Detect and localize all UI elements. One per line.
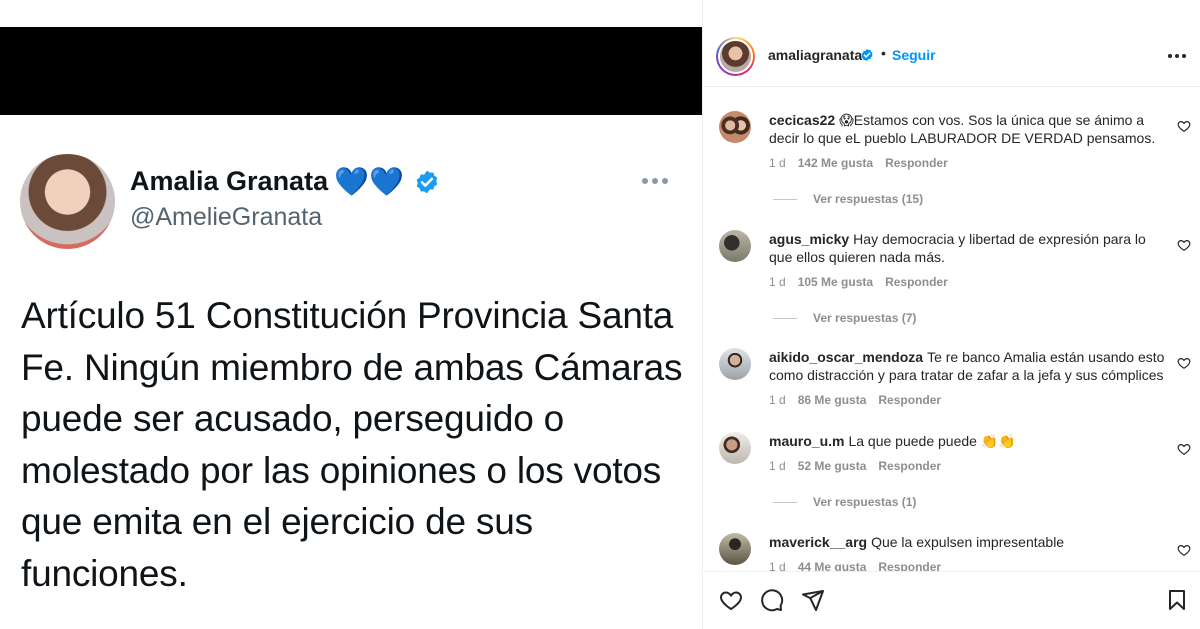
- comment-text: Que la expulsen impresentable: [871, 534, 1065, 550]
- heart-icon[interactable]: [1177, 119, 1191, 133]
- comment-icon[interactable]: [760, 588, 784, 612]
- reply-button[interactable]: Responder: [878, 393, 941, 407]
- comment-body: cecicas22 😱Estamos con vos. Sos la única …: [769, 111, 1169, 147]
- comment-likes[interactable]: 52 Me gusta: [798, 459, 867, 473]
- view-replies-label: Ver respuestas (1): [813, 495, 917, 509]
- reply-button[interactable]: Responder: [885, 156, 948, 170]
- comment-avatar[interactable]: [719, 348, 751, 380]
- heart-icon[interactable]: [719, 588, 743, 612]
- post-header: amaliagranata • Seguir: [703, 27, 1200, 87]
- action-bar: [703, 571, 1200, 629]
- heart-icon[interactable]: [1177, 356, 1191, 370]
- comment-likes[interactable]: 86 Me gusta: [798, 393, 867, 407]
- tweet-text: Artículo 51 Constitución Provincia Santa…: [21, 295, 683, 594]
- blue-hearts-emoji: 💙💙: [334, 165, 404, 197]
- more-options-icon[interactable]: [1168, 54, 1186, 58]
- comment-avatar[interactable]: [719, 111, 751, 143]
- view-replies[interactable]: Ver respuestas (15): [773, 192, 923, 206]
- separator-dot: •: [881, 45, 886, 61]
- comment-avatar[interactable]: [719, 230, 751, 262]
- black-bar: [0, 27, 702, 115]
- comment-meta: 1 d 142 Me gusta Responder: [769, 156, 948, 170]
- follow-button[interactable]: Seguir: [892, 47, 936, 63]
- post-sidebar: amaliagranata • Seguir cecicas22 😱Estamos…: [703, 0, 1200, 629]
- comment-text: La que puede puede 👏👏: [848, 433, 1016, 449]
- comment-username[interactable]: mauro_u.m: [769, 433, 844, 449]
- comment-body: aikido_oscar_mendoza Te re banco Amalia e…: [769, 348, 1169, 384]
- comment-time: 1 d: [769, 459, 786, 473]
- comment-likes[interactable]: 142 Me gusta: [798, 156, 873, 170]
- comment-likes[interactable]: 44 Me gusta: [798, 560, 867, 571]
- comment-avatar[interactable]: [719, 533, 751, 565]
- post-image: Amalia Granata 💙💙 @AmelieGranata Artícul…: [0, 0, 702, 629]
- comment-username[interactable]: cecicas22: [769, 112, 835, 128]
- view-replies-label: Ver respuestas (7): [813, 311, 917, 325]
- comment-avatar[interactable]: [719, 432, 751, 464]
- comment-meta: 1 d 86 Me gusta Responder: [769, 393, 941, 407]
- comments-list[interactable]: cecicas22 😱Estamos con vos. Sos la única …: [703, 88, 1200, 571]
- comment-time: 1 d: [769, 560, 786, 571]
- comment-time: 1 d: [769, 275, 786, 289]
- tweet-more-icon: [642, 178, 668, 184]
- heart-icon[interactable]: [1177, 238, 1191, 252]
- comment-body: maverick__arg Que la expulsen impresentab…: [769, 533, 1169, 551]
- tweet-name-row: Amalia Granata 💙💙: [130, 166, 440, 197]
- tweet-avatar: [20, 154, 115, 249]
- comment-time: 1 d: [769, 156, 786, 170]
- heart-icon[interactable]: [1177, 543, 1191, 557]
- comment-body: agus_micky Hay democracia y libertad de e…: [769, 230, 1169, 266]
- reply-button[interactable]: Responder: [878, 560, 941, 571]
- view-replies[interactable]: Ver respuestas (7): [773, 311, 916, 325]
- view-replies[interactable]: Ver respuestas (1): [773, 495, 916, 509]
- tweet-handle: @AmelieGranata: [130, 203, 323, 231]
- comment-body: mauro_u.m La que puede puede 👏👏: [769, 432, 1169, 450]
- comment-likes[interactable]: 105 Me gusta: [798, 275, 873, 289]
- comment-meta: 1 d 44 Me gusta Responder: [769, 560, 941, 571]
- heart-icon[interactable]: [1177, 442, 1191, 456]
- comment-username[interactable]: aikido_oscar_mendoza: [769, 349, 923, 365]
- scream-emoji: 😱: [839, 112, 854, 128]
- profile-avatar[interactable]: [716, 37, 755, 76]
- comment-time: 1 d: [769, 393, 786, 407]
- bookmark-icon[interactable]: [1165, 588, 1189, 612]
- comment-username[interactable]: agus_micky: [769, 231, 849, 247]
- reply-button[interactable]: Responder: [885, 275, 948, 289]
- comment-meta: 1 d 52 Me gusta Responder: [769, 459, 941, 473]
- view-replies-label: Ver respuestas (15): [813, 192, 924, 206]
- share-icon[interactable]: [801, 588, 825, 612]
- verified-badge-icon: [861, 48, 873, 62]
- verified-badge-icon: [416, 170, 438, 193]
- comment-meta: 1 d 105 Me gusta Responder: [769, 275, 948, 289]
- reply-button[interactable]: Responder: [878, 459, 941, 473]
- profile-username[interactable]: amaliagranata: [768, 47, 862, 63]
- comment-username[interactable]: maverick__arg: [769, 534, 867, 550]
- tweet-name: Amalia Granata: [130, 166, 329, 196]
